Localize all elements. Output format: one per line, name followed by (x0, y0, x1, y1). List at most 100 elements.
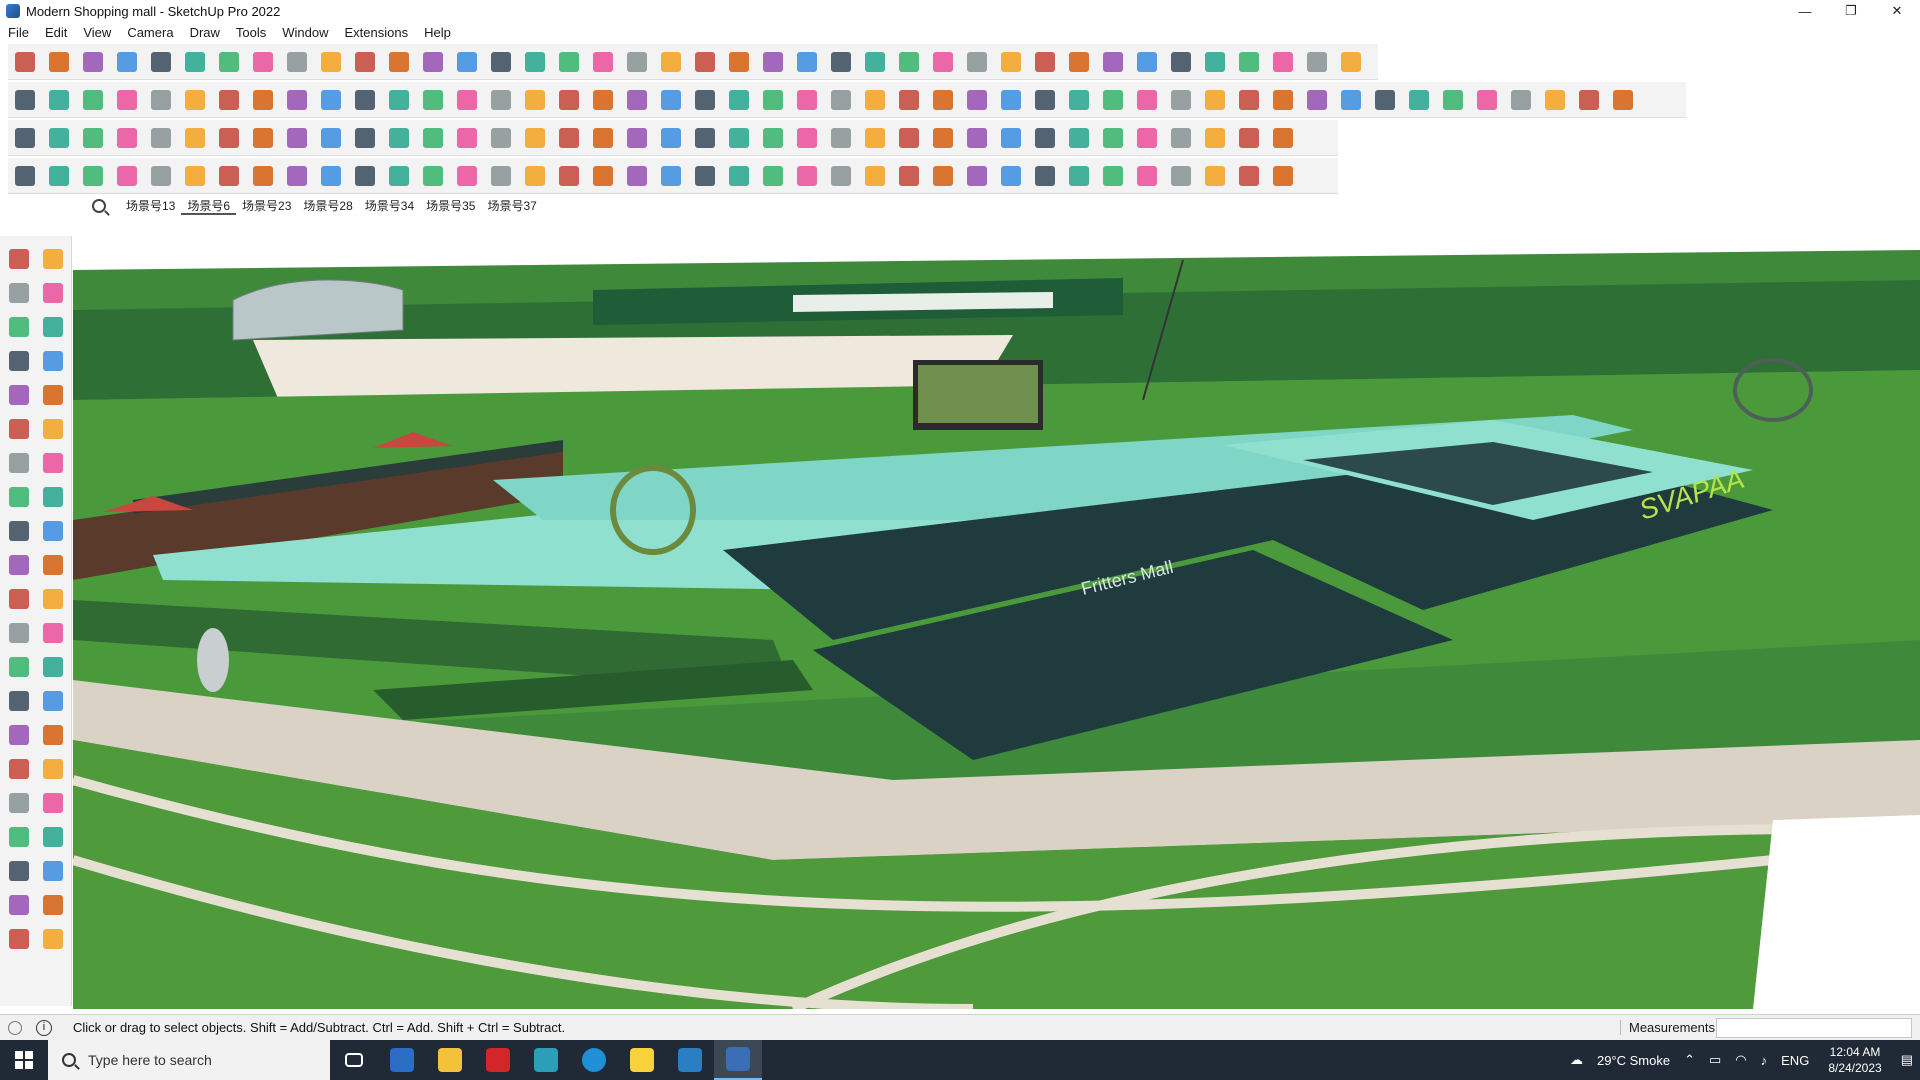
toolbar-tool-icon[interactable] (350, 123, 380, 153)
toolbar-tool-icon[interactable] (146, 47, 176, 77)
toolbar-tool-icon[interactable] (1166, 161, 1196, 191)
toolbar-tool-icon[interactable] (758, 47, 788, 77)
toolbar-tool-icon[interactable] (520, 47, 550, 77)
palette-tool-icon[interactable] (4, 550, 34, 580)
toolbar-tool-icon[interactable] (282, 47, 312, 77)
maximize-button[interactable]: ❐ (1828, 0, 1874, 22)
toolbar-tool-icon[interactable] (656, 123, 686, 153)
toolbar-tool-icon[interactable] (724, 85, 754, 115)
toolbar-tool-icon[interactable] (792, 123, 822, 153)
toolbar-tool-icon[interactable] (112, 85, 142, 115)
toolbar-tool-icon[interactable] (1132, 123, 1162, 153)
palette-tool-icon[interactable] (38, 312, 68, 342)
toolbar-tool-icon[interactable] (1268, 85, 1298, 115)
toolbar-tool-icon[interactable] (1302, 85, 1332, 115)
toolbar-tool-icon[interactable] (1574, 85, 1604, 115)
toolbar-tool-icon[interactable] (1234, 123, 1264, 153)
toolbar-tool-icon[interactable] (10, 85, 40, 115)
toolbar-tool-icon[interactable] (588, 85, 618, 115)
device-icon[interactable]: ▭ (1709, 1052, 1721, 1068)
toolbar-tool-icon[interactable] (1268, 123, 1298, 153)
wifi-icon[interactable]: ◠ (1735, 1052, 1746, 1068)
palette-tool-icon[interactable] (38, 618, 68, 648)
palette-tool-icon[interactable] (38, 346, 68, 376)
language-indicator[interactable]: ENG (1781, 1053, 1809, 1068)
toolbar-tool-icon[interactable] (1030, 85, 1060, 115)
palette-tool-icon[interactable] (38, 686, 68, 716)
toolbar-tool-icon[interactable] (1098, 123, 1128, 153)
toolbar-tool-icon[interactable] (350, 161, 380, 191)
toolbar-tool-icon[interactable] (1200, 161, 1230, 191)
notification-icon[interactable]: ▤ (1901, 1052, 1913, 1068)
palette-tool-icon[interactable] (4, 346, 34, 376)
toolbar-tool-icon[interactable] (248, 123, 278, 153)
toolbar-tool-icon[interactable] (1302, 47, 1332, 77)
menu-extensions[interactable]: Extensions (337, 25, 417, 40)
toolbar-tool-icon[interactable] (996, 85, 1026, 115)
toolbar-tool-icon[interactable] (1166, 85, 1196, 115)
toolbar-tool-icon[interactable] (622, 123, 652, 153)
toolbar-tool-icon[interactable] (180, 123, 210, 153)
scene-tab[interactable]: 场景号23 (236, 197, 297, 215)
toolbar-tool-icon[interactable] (1200, 47, 1230, 77)
toolbar-tool-icon[interactable] (1098, 47, 1128, 77)
toolbar-tool-icon[interactable] (384, 85, 414, 115)
toolbar-tool-icon[interactable] (248, 85, 278, 115)
scene-tab-active[interactable]: 场景号6 (181, 197, 237, 215)
toolbar-tool-icon[interactable] (146, 161, 176, 191)
palette-tool-icon[interactable] (38, 380, 68, 410)
toolbar-tool-icon[interactable] (1132, 161, 1162, 191)
toolbar-tool-icon[interactable] (690, 123, 720, 153)
toolbar-tool-icon[interactable] (214, 47, 244, 77)
toolbar-tool-icon[interactable] (418, 123, 448, 153)
toolbar-tool-icon[interactable] (44, 123, 74, 153)
toolbar-tool-icon[interactable] (656, 161, 686, 191)
toolbar-tool-icon[interactable] (1234, 85, 1264, 115)
toolbar-tool-icon[interactable] (758, 85, 788, 115)
toolbar-tool-icon[interactable] (44, 161, 74, 191)
toolbar-tool-icon[interactable] (928, 47, 958, 77)
toolbar-tool-icon[interactable] (418, 161, 448, 191)
toolbar-tool-icon[interactable] (962, 123, 992, 153)
palette-tool-icon[interactable] (4, 856, 34, 886)
scene-tab[interactable]: 场景号13 (120, 197, 181, 215)
palette-tool-icon[interactable] (38, 856, 68, 886)
volume-icon[interactable]: ♪ (1761, 1053, 1768, 1068)
toolbar-tool-icon[interactable] (146, 123, 176, 153)
toolbar-tool-icon[interactable] (724, 47, 754, 77)
palette-tool-icon[interactable] (4, 380, 34, 410)
toolbar-tool-icon[interactable] (316, 123, 346, 153)
palette-tool-icon[interactable] (4, 822, 34, 852)
toolbar-tool-icon[interactable] (1506, 85, 1536, 115)
toolbar-tool-icon[interactable] (214, 161, 244, 191)
weather-text[interactable]: 29°C Smoke (1597, 1053, 1670, 1068)
palette-tool-icon[interactable] (38, 924, 68, 954)
menu-camera[interactable]: Camera (119, 25, 181, 40)
palette-tool-icon[interactable] (38, 448, 68, 478)
toolbar-tool-icon[interactable] (724, 123, 754, 153)
toolbar-tool-icon[interactable] (928, 85, 958, 115)
toolbar-tool-icon[interactable] (996, 161, 1026, 191)
toolbar-tool-icon[interactable] (554, 85, 584, 115)
palette-tool-icon[interactable] (38, 516, 68, 546)
toolbar-tool-icon[interactable] (1336, 85, 1366, 115)
toolbar-tool-icon[interactable] (1336, 47, 1366, 77)
toolbar-tool-icon[interactable] (1540, 85, 1570, 115)
toolbar-tool-icon[interactable] (588, 47, 618, 77)
toolbar-tool-icon[interactable] (962, 47, 992, 77)
menu-window[interactable]: Window (274, 25, 336, 40)
toolbar-tool-icon[interactable] (146, 85, 176, 115)
start-button[interactable] (0, 1040, 48, 1080)
toolbar-tool-icon[interactable] (996, 123, 1026, 153)
menu-tools[interactable]: Tools (228, 25, 274, 40)
palette-tool-icon[interactable] (4, 788, 34, 818)
toolbar-tool-icon[interactable] (554, 161, 584, 191)
toolbar-tool-icon[interactable] (1268, 47, 1298, 77)
toolbar-tool-icon[interactable] (214, 123, 244, 153)
toolbar-tool-icon[interactable] (724, 161, 754, 191)
palette-tool-icon[interactable] (4, 720, 34, 750)
toolbar-tool-icon[interactable] (520, 123, 550, 153)
palette-tool-icon[interactable] (38, 278, 68, 308)
toolbar-tool-icon[interactable] (792, 85, 822, 115)
toolbar-tool-icon[interactable] (316, 85, 346, 115)
